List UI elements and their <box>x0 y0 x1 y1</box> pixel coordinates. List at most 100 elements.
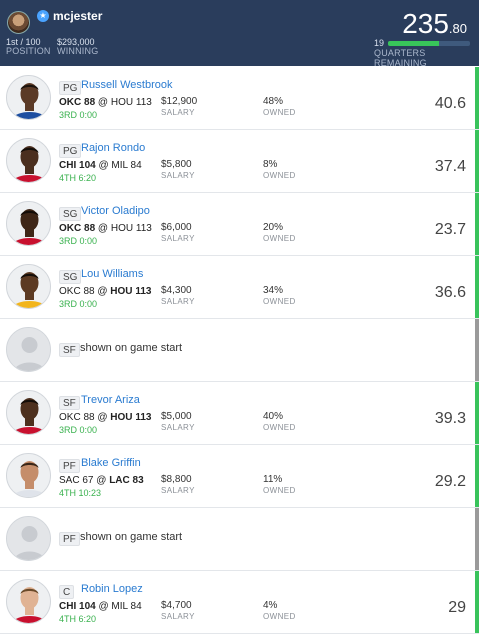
away-team: SAC <box>59 475 80 486</box>
salary-label: SALARY <box>161 234 195 243</box>
game-clock: 3RD 0:00 <box>59 299 98 309</box>
player-name-link[interactable]: Blake Griffin <box>81 457 141 469</box>
player-name-link[interactable]: Russell Westbrook <box>81 79 173 91</box>
salary-value: $4,300 <box>161 285 192 296</box>
away-team: CHI <box>59 160 77 171</box>
salary-label: SALARY <box>161 486 195 495</box>
owned-stat: 8% OWNED <box>263 160 296 181</box>
salary-stat: $12,900 SALARY <box>161 97 197 118</box>
position-tag: SF <box>59 343 80 357</box>
quarters-progress-bar <box>388 41 470 46</box>
user-avatar[interactable] <box>7 11 30 34</box>
owned-stat: 40% OWNED <box>263 412 296 433</box>
salary-stat: $6,000 SALARY <box>161 223 195 244</box>
player-avatar[interactable] <box>6 264 51 309</box>
salary-label: SALARY <box>161 108 195 117</box>
position-tag: SF <box>59 396 80 410</box>
status-stripe <box>475 508 479 570</box>
player-row[interactable]: PG Russell Westbrook OKC 88 @ HOU 113 3RD 0… <box>0 67 479 130</box>
player-name-link[interactable]: Victor Oladipo <box>81 205 150 217</box>
total-points: 235.80 <box>402 8 467 40</box>
game-clock: 3RD 0:00 <box>59 236 98 246</box>
player-row[interactable]: C Robin Lopez CHI 104 @ MIL 84 4TH 6:20 $4,7… <box>0 571 479 634</box>
owned-label: OWNED <box>263 612 296 621</box>
owned-value: 4% <box>263 600 278 611</box>
home-team: HOU <box>110 286 133 297</box>
roster-slot-empty[interactable]: PF shown on game start <box>0 508 479 571</box>
salary-label: SALARY <box>161 612 195 621</box>
fantasy-points: 29 <box>448 599 466 616</box>
player-avatar[interactable] <box>6 579 51 624</box>
game-clock: 4TH 10:23 <box>59 488 102 498</box>
fantasy-points: 37.4 <box>434 158 466 175</box>
home-team: MIL <box>111 601 128 612</box>
away-team: OKC <box>59 412 81 423</box>
player-row[interactable]: PG Rajon Rondo CHI 104 @ MIL 84 4TH 6:20 $5,… <box>0 130 479 193</box>
fantasy-points: 39.3 <box>434 410 466 427</box>
home-score: 113 <box>135 412 152 423</box>
away-score: 88 <box>84 97 96 108</box>
away-score: 88 <box>83 412 95 423</box>
away-score: 88 <box>83 286 95 297</box>
position-label: POSITION <box>6 46 51 56</box>
position-tag: PG <box>59 81 82 95</box>
fantasy-points: 36.6 <box>434 284 466 301</box>
status-stripe <box>475 445 479 507</box>
owned-label: OWNED <box>263 171 296 180</box>
salary-label: SALARY <box>161 423 195 432</box>
player-name-link[interactable]: Robin Lopez <box>81 583 143 595</box>
away-score: 104 <box>79 601 96 612</box>
player-avatar[interactable] <box>6 75 51 120</box>
game-clock: 4TH 6:20 <box>59 173 97 183</box>
owned-label: OWNED <box>263 108 296 117</box>
status-stripe <box>475 193 479 255</box>
away-team: OKC <box>59 286 81 297</box>
username[interactable]: mcjester <box>53 9 102 23</box>
away-score: 104 <box>79 160 96 171</box>
player-row[interactable]: SG Victor Oladipo OKC 88 @ HOU 113 3RD 0:00… <box>0 193 479 256</box>
game-score: CHI 104 @ MIL 84 <box>59 160 142 171</box>
roster-slot-empty[interactable]: SF shown on game start <box>0 319 479 382</box>
owned-label: OWNED <box>263 234 296 243</box>
position-tag: PF <box>59 532 80 546</box>
player-name-link[interactable]: Lou Williams <box>81 268 143 280</box>
player-name-link[interactable]: Trevor Ariza <box>81 394 140 406</box>
game-score: SAC 67 @ LAC 83 <box>59 475 144 486</box>
player-avatar[interactable] <box>6 390 51 435</box>
salary-value: $4,700 <box>161 600 192 611</box>
contest-header: ★ mcjester 1st / 100 POSITION $293,000 W… <box>0 0 479 68</box>
owned-stat: 34% OWNED <box>263 286 296 307</box>
owned-value: 11% <box>263 474 283 485</box>
pending-player-text: shown on game start <box>80 342 183 354</box>
away-score: 67 <box>82 475 94 486</box>
salary-value: $12,900 <box>161 96 198 107</box>
owned-value: 8% <box>263 159 278 170</box>
winning-label: WINNING <box>57 46 99 56</box>
pending-player-text: shown on game start <box>80 531 183 543</box>
away-team: CHI <box>59 601 77 612</box>
status-stripe <box>475 571 479 633</box>
player-row[interactable]: SG Lou Williams OKC 88 @ HOU 113 3RD 0:00 $4… <box>0 256 479 319</box>
game-clock: 3RD 0:00 <box>59 425 98 435</box>
player-avatar[interactable] <box>6 201 51 246</box>
player-row[interactable]: PF Blake Griffin SAC 67 @ LAC 83 4TH 10:23 $… <box>0 445 479 508</box>
placeholder-avatar-icon <box>6 516 51 561</box>
salary-value: $5,000 <box>161 411 192 422</box>
points-decimal: .80 <box>448 21 467 36</box>
owned-stat: 20% OWNED <box>263 223 296 244</box>
placeholder-avatar-icon <box>6 327 51 372</box>
owned-stat: 48% OWNED <box>263 97 296 118</box>
player-avatar[interactable] <box>6 453 51 498</box>
home-score: 113 <box>135 97 152 108</box>
player-row[interactable]: SF Trevor Ariza OKC 88 @ HOU 113 3RD 0:00 $5… <box>0 382 479 445</box>
salary-label: SALARY <box>161 171 195 180</box>
game-score: OKC 88 @ HOU 113 <box>59 286 152 297</box>
player-name-link[interactable]: Rajon Rondo <box>81 142 145 154</box>
owned-label: OWNED <box>263 423 296 432</box>
player-avatar[interactable] <box>6 138 51 183</box>
owned-value: 20% <box>263 222 284 233</box>
game-clock: 4TH 6:20 <box>59 614 97 624</box>
salary-value: $6,000 <box>161 222 192 233</box>
fantasy-points: 23.7 <box>434 221 466 238</box>
position-tag: C <box>59 585 75 599</box>
